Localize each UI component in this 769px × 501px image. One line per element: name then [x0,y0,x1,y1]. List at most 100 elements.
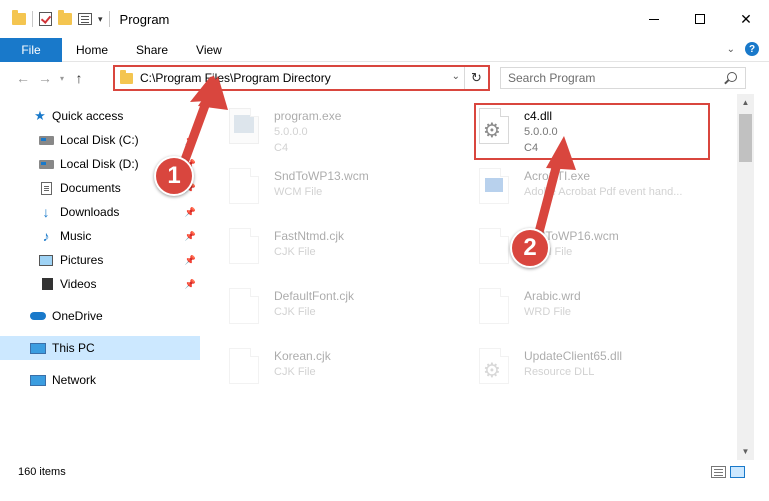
file-type: Adobe Acrobat Pdf event hand... [524,186,683,198]
window-controls: ✕ [631,0,769,38]
sidebar-item-local-disk-c[interactable]: Local Disk (C:) 📌 [0,128,200,152]
file-type: CJK File [274,366,316,378]
file-item[interactable]: SndToWP13.wcm WCM File [205,160,455,216]
sidebar-item-label: Network [52,373,97,387]
videos-icon [38,277,54,291]
step-1-badge: 1 [154,156,194,196]
vertical-scrollbar[interactable]: ▲ ▼ [737,94,754,460]
ribbon-right-controls: ⌄ ? [727,42,759,56]
up-arrow-icon[interactable]: ↑ [68,70,90,86]
tab-home[interactable]: Home [62,38,122,62]
large-icons-view-icon[interactable] [730,466,745,478]
forward-arrow-icon[interactable]: → [34,70,56,86]
status-bar: 160 items [0,460,769,484]
file-item[interactable]: SndToWP16.wcmWCM File [455,220,705,276]
scroll-thumb[interactable] [739,114,752,162]
file-item[interactable]: AcroSTI.exe Adobe Acrobat Pdf event hand.… [455,160,705,216]
sidebar-item-this-pc[interactable]: This PC [0,336,200,360]
file-name: Korean.cjk [274,349,331,363]
file-name: AcroSTI.exe [524,169,591,183]
window-bottom-edge [0,484,769,501]
tab-file[interactable]: File [0,37,62,62]
scroll-up-icon[interactable]: ▲ [737,94,754,111]
exe-icon [229,108,259,144]
folder-icon [120,69,133,84]
highlight-box-c4-dll [474,103,710,160]
toolbar-divider [108,11,110,27]
file-item[interactable]: Korean.cjk CJK File [205,340,455,396]
sidebar-item-network[interactable]: Network [0,368,200,392]
sidebar-item-downloads[interactable]: ↓ Downloads 📌 [0,200,200,224]
sidebar-item-onedrive[interactable]: OneDrive [0,304,200,328]
recent-locations-icon[interactable]: ▾ [56,74,68,83]
customize-toolbar-icon[interactable] [78,13,92,25]
sidebar-item-label: Local Disk (C:) [60,133,139,147]
new-folder-icon[interactable] [58,10,72,25]
file-icon [229,288,259,324]
sidebar-item-pictures[interactable]: Pictures 📌 [0,248,200,272]
pin-icon: 📌 [184,134,196,145]
window-title: Program [119,11,170,27]
network-icon [30,373,46,387]
search-input[interactable]: Search Program [508,71,595,85]
maximize-button[interactable] [677,0,723,38]
file-icon [229,228,259,264]
star-icon: ★ [34,108,46,123]
sidebar-item-videos[interactable]: Videos 📌 [0,272,200,296]
refresh-icon[interactable]: ↻ [464,67,488,89]
file-name: SndToWP13.wcm [274,169,369,183]
file-icon [479,228,509,264]
this-pc-icon [30,341,46,355]
properties-check-icon[interactable] [39,12,52,26]
address-path[interactable]: C:\Program Files\Program Directory [140,71,331,85]
sidebar-item-label: Documents [60,181,121,195]
folder-icon [12,10,26,25]
file-item[interactable]: FastNtmd.cjk CJK File [205,220,455,276]
close-icon: ✕ [740,10,752,27]
address-dropdown-icon[interactable]: ⌄ [452,71,460,82]
sidebar-item-label: This PC [52,341,95,355]
tab-view[interactable]: View [182,38,236,62]
dll-gear-icon [479,348,509,384]
onedrive-icon [30,309,46,323]
pin-icon: 📌 [184,278,196,289]
navigation-bar: ← → ▾ ↑ C:\Program Files\Program Directo… [0,62,769,94]
file-icon [479,288,509,324]
sidebar-item-label: OneDrive [52,309,103,323]
file-type: WRD File [524,306,572,318]
file-icon [229,348,259,384]
search-box[interactable]: Search Program [500,67,746,89]
sidebar-item-quick-access[interactable]: ★ Quick access [0,104,200,128]
file-type: CJK File [274,306,316,318]
sidebar-item-label: Quick access [52,109,124,123]
documents-icon [38,181,54,195]
toolbar-dropdown-icon[interactable]: ▾ [98,14,103,25]
details-view-icon[interactable] [711,466,726,478]
file-name: program.exe [274,109,342,123]
item-count: 160 items [18,466,66,478]
pin-icon: 📌 [184,230,196,241]
search-icon[interactable] [727,72,737,82]
navigation-pane: ★ Quick access Local Disk (C:) 📌 Local D… [0,98,203,458]
minimize-button[interactable] [631,0,677,38]
view-toggle [711,466,745,478]
sidebar-item-label: Pictures [60,253,104,267]
file-item[interactable]: DefaultFont.cjk CJK File [205,280,455,336]
back-arrow-icon[interactable]: ← [12,70,34,86]
address-bar[interactable]: C:\Program Files\Program Directory ⌄ ↻ [113,65,490,91]
pictures-icon [38,253,54,267]
sidebar-item-label: Music [60,229,92,243]
file-item[interactable]: UpdateClient65.dll Resource DLL [455,340,705,396]
close-button[interactable]: ✕ [723,0,769,38]
scroll-down-icon[interactable]: ▼ [737,443,754,460]
file-item[interactable]: Arabic.wrd WRD File [455,280,705,336]
expand-ribbon-icon[interactable]: ⌄ [727,44,735,55]
help-icon[interactable]: ? [745,42,759,56]
file-type: Resource DLL [524,366,595,378]
file-type: CJK File [274,246,316,258]
quick-access-toolbar: ▾ [0,10,110,27]
file-item[interactable]: program.exe 5.0.0.0 C4 [205,100,455,156]
downloads-icon: ↓ [42,204,50,220]
tab-share[interactable]: Share [122,38,182,62]
sidebar-item-music[interactable]: ♪ Music 📌 [0,224,200,248]
